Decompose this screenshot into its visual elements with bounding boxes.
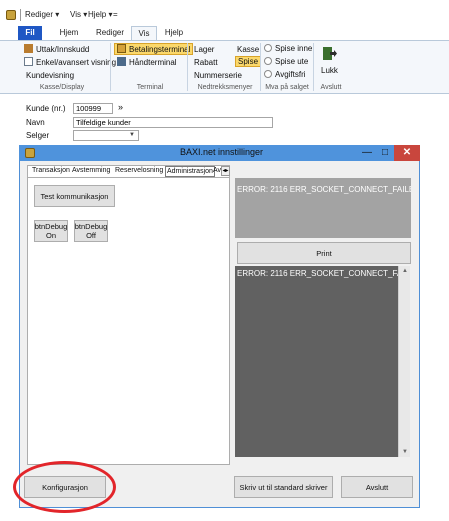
dialog-app-icon: [25, 148, 35, 158]
app-titlebar: [0, 0, 449, 26]
kunde-field[interactable]: 100999: [73, 103, 113, 114]
tab-hjelp[interactable]: Hjelp: [160, 26, 188, 40]
enkel-avansert-label: Enkel/avansert visning: [36, 58, 117, 67]
highlight-annotation: [13, 461, 116, 513]
tab-rediger[interactable]: Rediger: [92, 26, 128, 40]
app-logo-icon: [6, 10, 16, 20]
exit-icon: [321, 46, 337, 62]
tab-av[interactable]: Av: [213, 166, 221, 177]
group-divider: [260, 43, 261, 91]
scroll-up-icon[interactable]: ▲: [399, 268, 411, 274]
rabatt-button[interactable]: Rabatt: [194, 58, 218, 67]
tab-administrasjon[interactable]: Administrasjon: [165, 166, 215, 177]
radio-circle: [264, 57, 272, 65]
dialog-title: BAXI.net innstillinger: [180, 147, 264, 157]
group-label-avslutt: Avslutt: [320, 84, 342, 91]
betalingsterminal-label: Betalingsterminal: [129, 45, 191, 54]
tab-scroll-button[interactable]: ◂▸: [221, 166, 230, 176]
spise-ute-label: Spise ute: [275, 57, 309, 66]
navn-label: Navn: [26, 118, 45, 127]
debug-on-button[interactable]: btnDebug On: [34, 220, 68, 242]
error-log-scrollbar[interactable]: ▲ ▼: [398, 266, 410, 457]
debug-off-button[interactable]: btnDebug Off: [74, 220, 108, 242]
spise-inne-label: Spise inne: [275, 44, 313, 53]
tab-avstemming[interactable]: Avstemming: [72, 166, 110, 177]
close-button[interactable]: ✕: [394, 145, 420, 161]
qat-rediger[interactable]: Rediger ▾: [25, 10, 59, 19]
qat-customize[interactable]: =: [113, 10, 118, 19]
kundevisning-button[interactable]: Kundevisning: [26, 71, 74, 80]
handheld-icon: [117, 57, 126, 66]
navn-field[interactable]: Tilfeldige kunder: [73, 117, 273, 128]
terminal-icon: [117, 44, 126, 53]
view-icon: [24, 57, 33, 66]
radio-circle: [264, 70, 272, 78]
tab-hjem[interactable]: Hjem: [55, 26, 83, 40]
error-log-area[interactable]: ERROR: 2116 ERR_SOCKET_CONNECT_FAILED: [235, 266, 398, 457]
selger-label: Selger: [26, 131, 50, 140]
spise-button[interactable]: Spise: [235, 56, 262, 67]
scroll-down-icon[interactable]: ▼: [399, 449, 411, 455]
spise-inne-radio[interactable]: Spise inne: [264, 44, 312, 53]
qat-separator: [20, 9, 21, 21]
lager-button[interactable]: Lager: [194, 45, 214, 54]
group-divider: [187, 43, 188, 91]
uttak-innskudd-button[interactable]: Uttak/Innskudd: [24, 44, 89, 54]
tab-transaksjon[interactable]: Transaksjon: [32, 166, 70, 177]
uttak-innskudd-label: Uttak/Innskudd: [36, 45, 90, 54]
nummerserie-button[interactable]: Nummerserie: [194, 71, 242, 80]
avgiftsfri-label: Avgiftsfri: [275, 70, 306, 79]
avslutt-button[interactable]: Avslutt: [341, 476, 413, 498]
maximize-button[interactable]: □: [376, 145, 394, 161]
radio-circle: [264, 44, 272, 52]
group-divider: [110, 43, 111, 91]
test-kommunikasjon-button[interactable]: Test kommunikasjon: [34, 185, 115, 207]
skriv-ut-button[interactable]: Skriv ut til standard skriver: [234, 476, 333, 498]
background-fill: [420, 145, 449, 508]
lukk-button[interactable]: Lukk: [321, 66, 338, 75]
handterminal-label: Håndterminal: [129, 58, 177, 67]
debug-on-state: On: [45, 231, 56, 240]
tab-reservelosning[interactable]: Reservelosning: [115, 166, 163, 177]
kunde-lookup-button[interactable]: »: [118, 102, 123, 112]
cash-icon: [24, 44, 33, 53]
group-label-terminal: Terminal: [136, 84, 164, 91]
debug-off-state: Off: [86, 231, 96, 240]
debug-off-label: btnDebug: [74, 222, 108, 231]
tab-fil[interactable]: Fil: [18, 26, 42, 40]
error-text-top: ERROR: 2116 ERR_SOCKET_CONNECT_FAILED: [237, 185, 411, 194]
handterminal-button[interactable]: Håndterminal: [117, 57, 177, 67]
group-label-kasse-display: Kasse/Display: [39, 84, 85, 91]
enkel-avansert-button[interactable]: Enkel/avansert visning: [24, 57, 116, 67]
tab-vis[interactable]: Vis: [131, 26, 157, 40]
chevron-down-icon: ▼: [129, 132, 135, 138]
group-label-nedtrekksmenyer: Nedtrekksmenyer: [197, 84, 253, 91]
print-button[interactable]: Print: [237, 242, 411, 264]
debug-on-label: btnDebug: [34, 222, 68, 231]
error-display-top: ERROR: 2116 ERR_SOCKET_CONNECT_FAILED: [235, 178, 411, 238]
qat-hjelp[interactable]: Hjelp ▾: [88, 10, 112, 19]
minimize-button[interactable]: —: [358, 145, 376, 161]
betalingsterminal-button[interactable]: Betalingsterminal: [114, 43, 194, 55]
kunde-label: Kunde (nr.): [26, 104, 66, 113]
kasse-button[interactable]: Kasse: [237, 45, 259, 54]
qat-vis[interactable]: Vis ▾: [70, 10, 87, 19]
spise-ute-radio[interactable]: Spise ute: [264, 57, 308, 66]
avgiftsfri-radio[interactable]: Avgiftsfri: [264, 70, 306, 79]
group-label-mva: Mva på salget: [265, 84, 309, 91]
error-text-log: ERROR: 2116 ERR_SOCKET_CONNECT_FAILED: [237, 269, 398, 278]
